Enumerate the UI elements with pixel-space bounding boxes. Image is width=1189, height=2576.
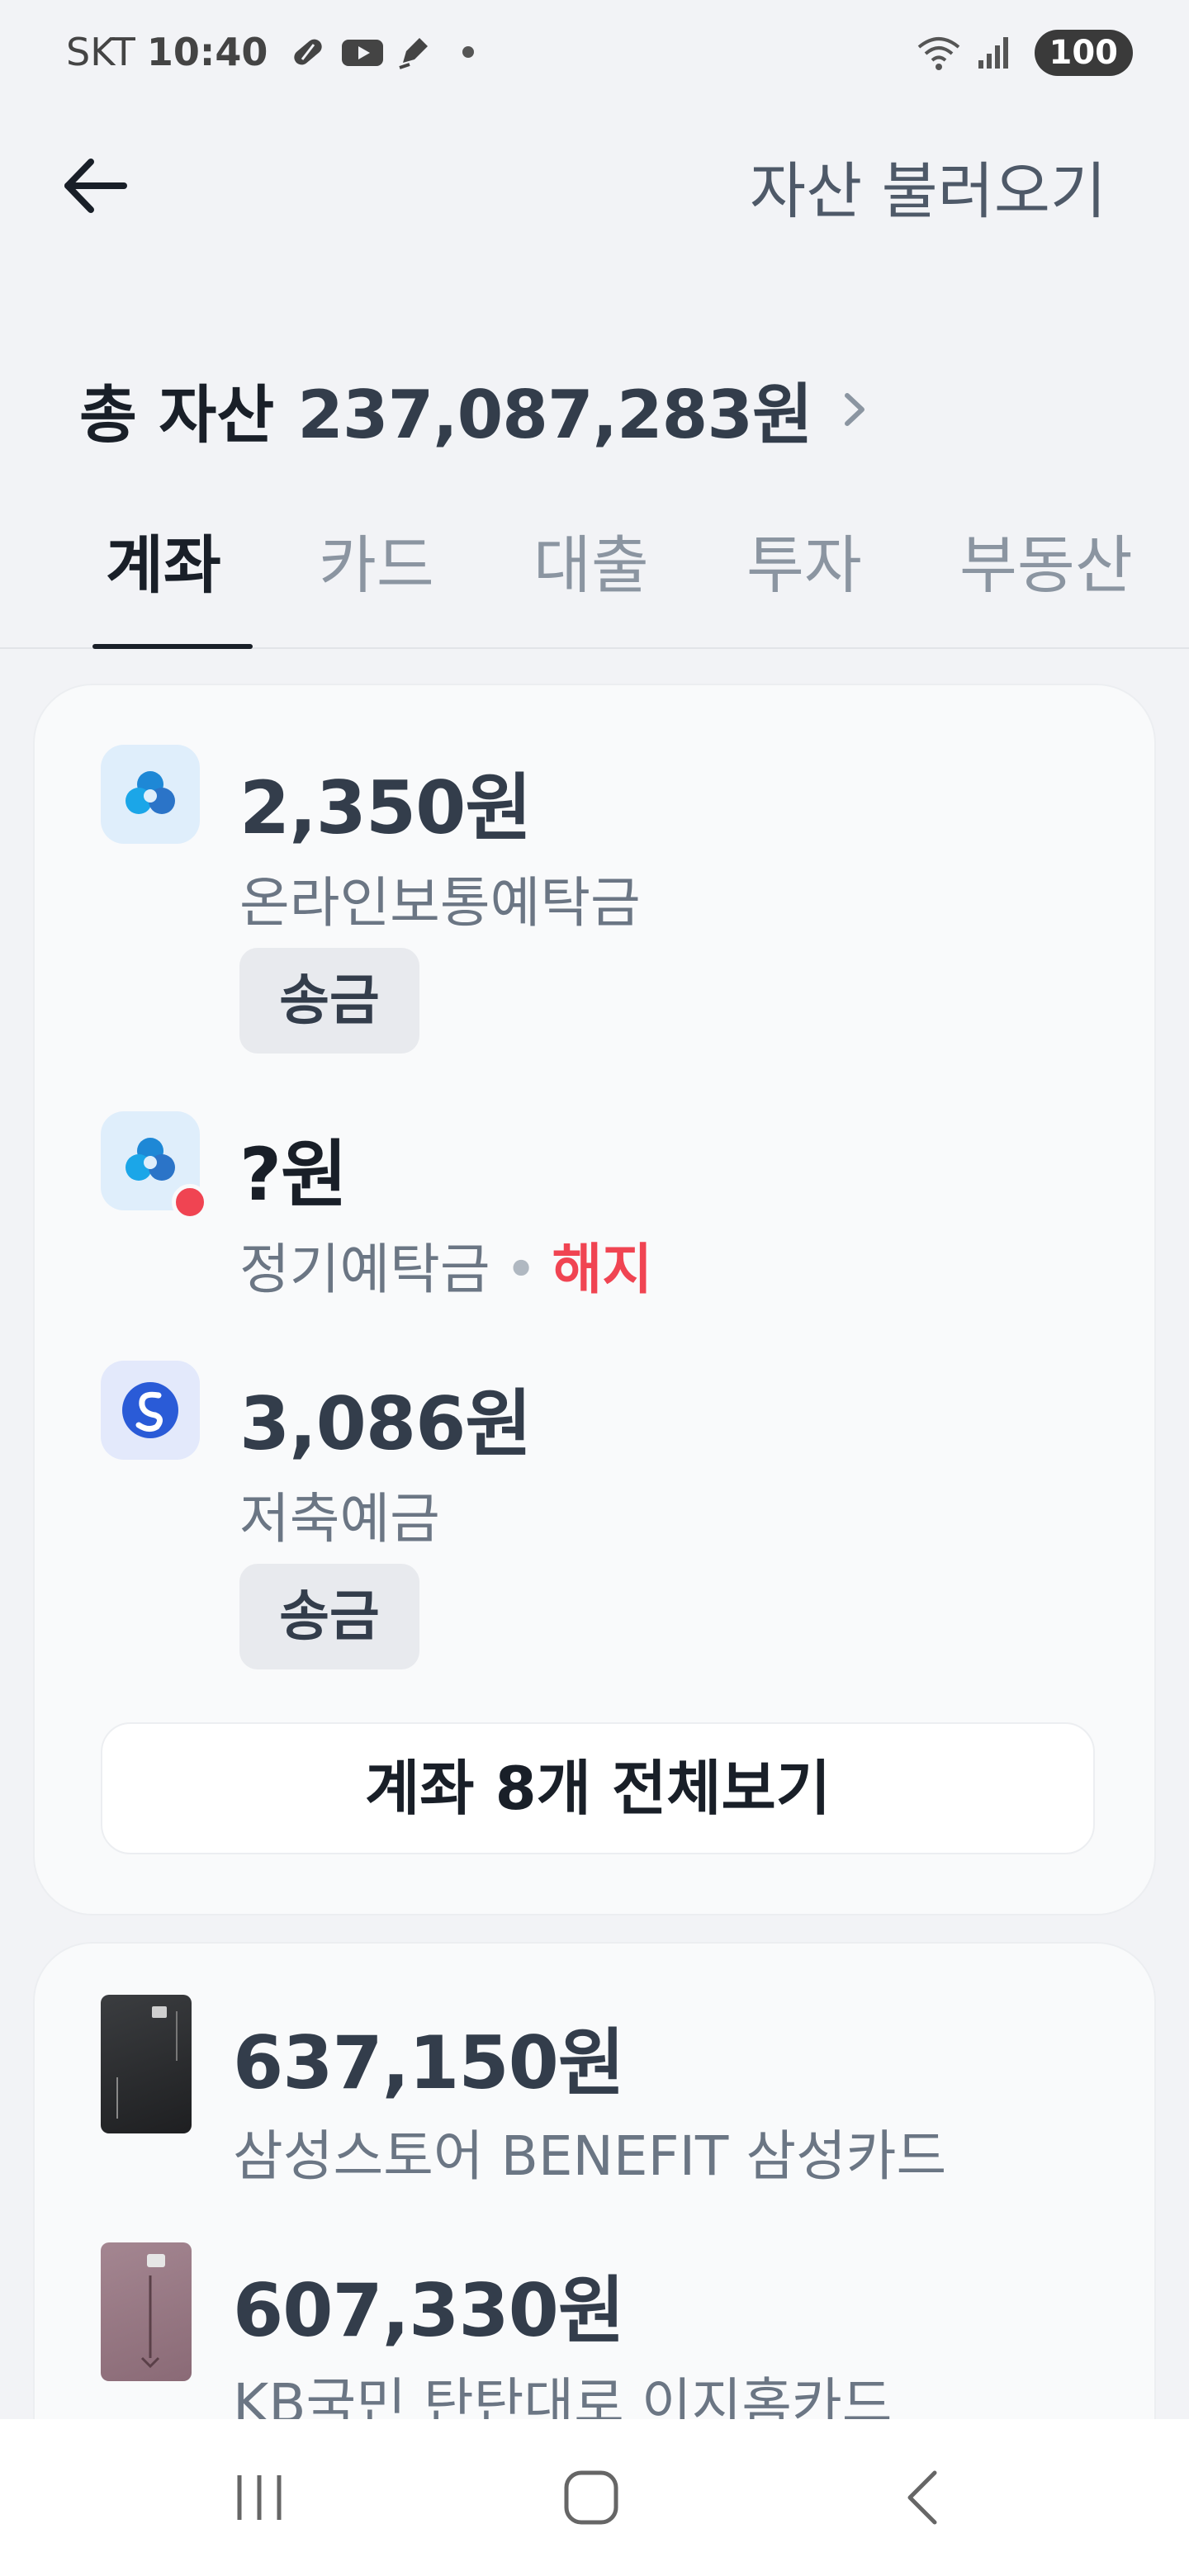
tab-cards[interactable]: 카드 [319, 504, 434, 644]
total-assets-value: 237,087,283원 [297, 376, 812, 453]
pill-icon [287, 31, 329, 73]
transfer-button[interactable]: 송금 [239, 1564, 419, 1669]
pen-icon [393, 31, 434, 73]
card-item[interactable]: 607,330원 KB국민 탄탄대로 이지홈카드 [101, 2242, 1108, 2436]
account-name: 온라인보통예탁금 [239, 871, 641, 935]
transfer-button[interactable]: 송금 [239, 948, 419, 1054]
wifi-icon [916, 32, 959, 73]
chevron-right-icon [844, 393, 865, 426]
total-assets[interactable]: 총 자산 237,087,283원 [79, 362, 867, 457]
carrier-label: SKT [66, 30, 135, 74]
view-all-accounts-button[interactable]: 계좌 8개 전체보기 [101, 1722, 1095, 1854]
alert-dot-icon [172, 1184, 208, 1220]
recent-apps-icon [237, 2475, 282, 2520]
account-status: 해지 [552, 1238, 652, 1301]
nav-back-button[interactable] [874, 2452, 973, 2543]
account-name: 저축예금 [239, 1487, 440, 1551]
status-bar: SKT 10:40 100 [0, 0, 1189, 107]
shinhan-bank-icon [101, 1361, 200, 1460]
tab-investments[interactable]: 투자 [746, 504, 862, 644]
header: 자산 불러오기 [0, 132, 1189, 239]
account-item[interactable]: 2,350원 온라인보통예탁금 송금 [101, 745, 1092, 1058]
account-meta: 정기예탁금 • 해지 [239, 1225, 652, 1305]
cloud-bank-icon [101, 1111, 208, 1220]
recent-apps-button[interactable] [210, 2452, 309, 2543]
account-balance: ?원 [239, 1132, 348, 1217]
accounts-card: 2,350원 온라인보통예탁금 송금 ?원 정기예탁금 • 해지 3,086원 저축… [33, 684, 1156, 1915]
asset-tabs: 계좌 카드 대출 투자 부동산 [0, 504, 1189, 649]
home-button[interactable] [542, 2452, 641, 2543]
tab-accounts[interactable]: 계좌 [106, 504, 221, 644]
back-button[interactable] [50, 140, 140, 231]
clock: 10:40 [146, 30, 268, 74]
card-item[interactable]: 637,150원 삼성스토어 BENEFIT 삼성카드 [101, 1995, 1108, 2188]
account-balance: 3,086원 [239, 1381, 532, 1466]
card-spending: 637,150원 [233, 2020, 625, 2105]
arrow-left-icon [64, 159, 127, 213]
notification-dot-icon [462, 46, 475, 58]
signal-icon [975, 32, 1016, 73]
youtube-icon [340, 31, 384, 73]
total-assets-label: 총 자산 [79, 378, 275, 452]
back-icon [907, 2470, 937, 2525]
account-item[interactable]: ?원 정기예탁금 • 해지 [101, 1111, 1092, 1309]
tab-loans[interactable]: 대출 [533, 504, 649, 644]
card-name: 삼성스토어 BENEFIT 삼성카드 [233, 2124, 947, 2188]
card-spending: 607,330원 [233, 2268, 625, 2353]
system-nav-bar [0, 2419, 1189, 2576]
credit-card-image [101, 2242, 192, 2381]
cloud-bank-icon [101, 745, 200, 844]
account-name: 정기예탁금 [239, 1238, 490, 1301]
import-assets-button[interactable]: 자산 불러오기 [750, 142, 1106, 230]
tab-real-estate[interactable]: 부동산 [959, 504, 1133, 644]
separator-dot: • [504, 1238, 538, 1301]
account-item[interactable]: 3,086원 저축예금 송금 [101, 1361, 1092, 1674]
battery-indicator: 100 [1034, 30, 1133, 76]
account-balance: 2,350원 [239, 765, 532, 850]
active-tab-indicator [92, 644, 253, 649]
home-icon [564, 2470, 618, 2525]
credit-card-image [101, 1995, 192, 2133]
